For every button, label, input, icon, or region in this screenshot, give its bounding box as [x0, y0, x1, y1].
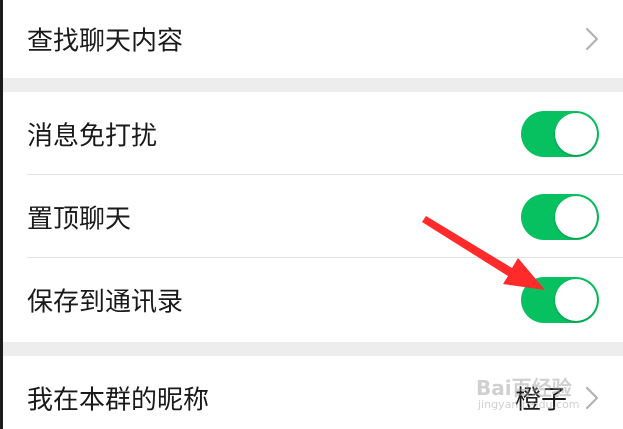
save-contacts-row: 保存到通讯录: [0, 258, 623, 342]
mute-label: 消息免打扰: [27, 121, 158, 151]
nickname-label: 我在本群的昵称: [27, 385, 210, 416]
search-chat-label: 查找聊天内容: [27, 26, 184, 57]
mute-row: 消息免打扰: [0, 92, 623, 175]
search-chat-group: 查找聊天内容: [0, 0, 623, 78]
chat-toggles-group: 消息免打扰 置顶聊天 保存到通讯录: [0, 92, 623, 342]
left-edge: [0, 0, 3, 429]
save-contacts-toggle[interactable]: [521, 277, 599, 323]
chevron-right-icon: [585, 27, 599, 51]
mute-toggle[interactable]: [521, 110, 599, 157]
save-contacts-label: 保存到通讯录: [27, 287, 184, 318]
pin-label: 置顶聊天: [27, 204, 132, 234]
search-chat-row[interactable]: 查找聊天内容: [0, 0, 623, 78]
toggle-knob: [555, 112, 597, 155]
chevron-right-icon: [585, 386, 599, 410]
pin-toggle[interactable]: [521, 193, 599, 240]
watermark-url: jingyan.baidu.com: [478, 398, 580, 411]
watermark-brand: Bai百经验: [476, 376, 572, 400]
group-chat-settings-screen: 查找聊天内容 消息免打扰 置顶聊天 保存到通讯录 我在本群的昵称 橙子 Bai百…: [0, 0, 623, 429]
toggle-knob: [555, 195, 597, 238]
pin-row: 置顶聊天: [0, 175, 623, 258]
toggle-knob: [555, 279, 597, 321]
